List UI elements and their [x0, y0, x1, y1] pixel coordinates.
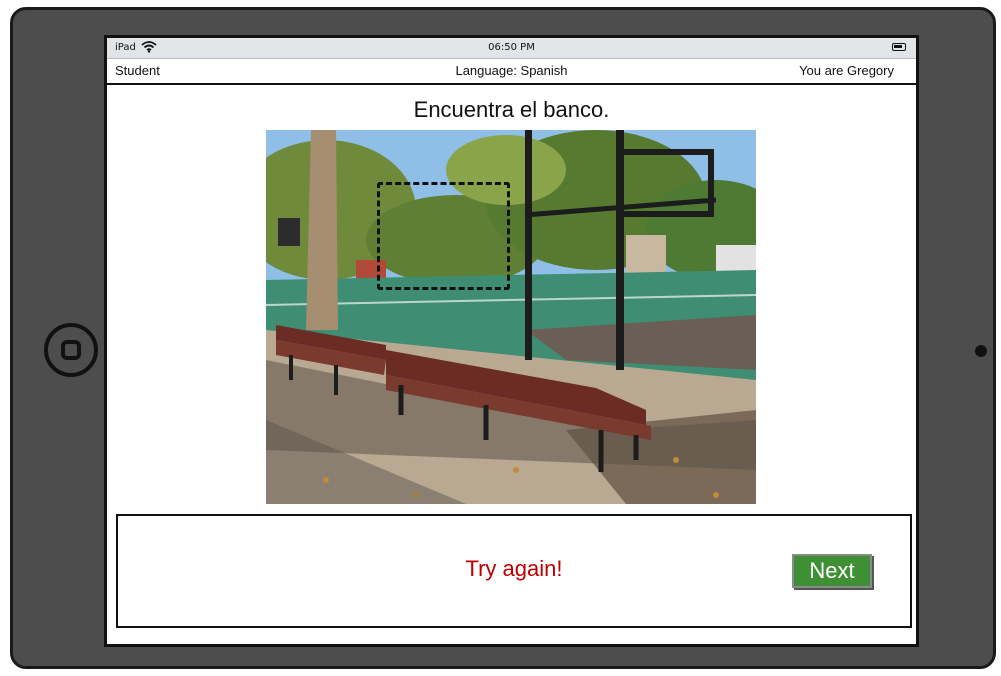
app-screen: iPad 06:50 PM Student Language: Spanish …: [104, 35, 919, 647]
home-button-icon: [61, 340, 81, 360]
exercise-photo[interactable]: [266, 130, 756, 504]
user-label: You are Gregory: [799, 63, 894, 78]
next-button[interactable]: Next: [792, 554, 872, 588]
selection-box[interactable]: [377, 182, 510, 290]
park-bench-image: [266, 130, 756, 504]
status-time: 06:50 PM: [488, 42, 535, 53]
home-button[interactable]: [44, 323, 98, 377]
battery-icon: [892, 43, 906, 51]
status-bar: iPad 06:50 PM: [107, 38, 916, 59]
feedback-panel: Try again! Next: [116, 514, 912, 628]
language-label: Language: Spanish: [455, 63, 568, 78]
app-header: Student Language: Spanish You are Gregor…: [107, 59, 916, 85]
camera-dot: [975, 345, 987, 357]
exercise-prompt: Encuentra el banco.: [413, 97, 610, 122]
